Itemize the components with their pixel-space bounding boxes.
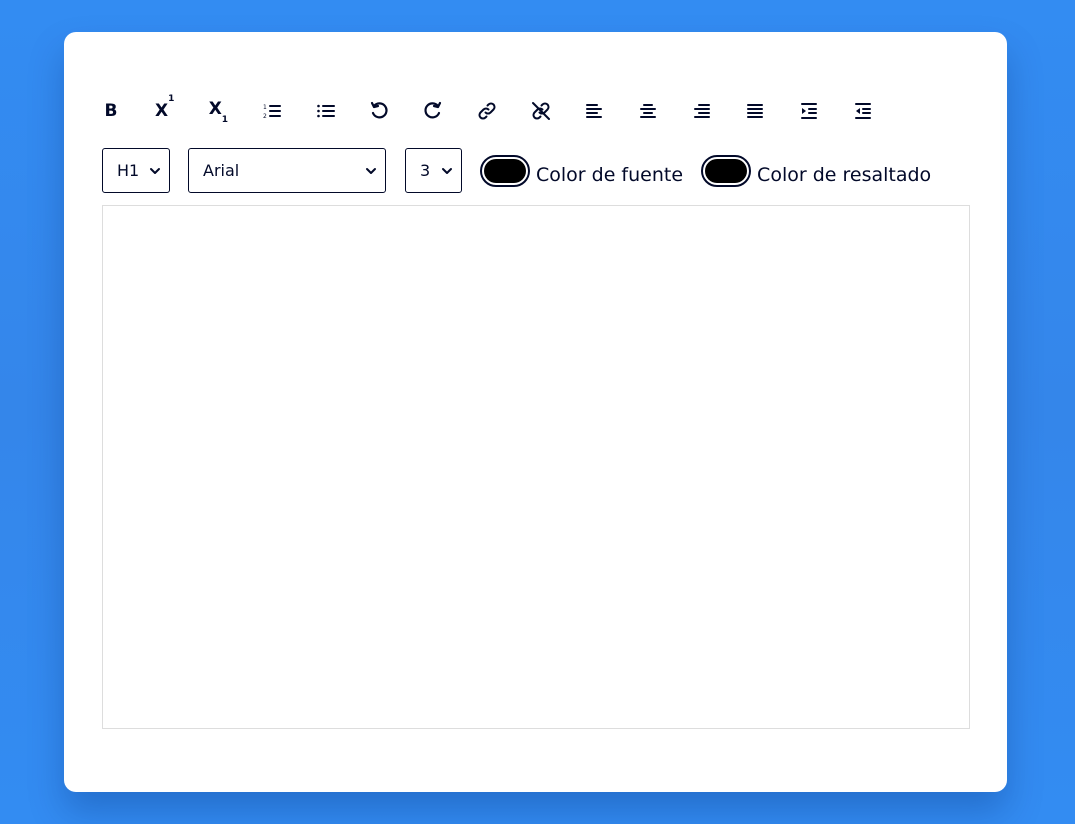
highlight-color-group: Color de resaltado [701,148,931,193]
font-size-select[interactable]: 3 [405,148,462,193]
ordered-list-icon: 1 2 [262,101,282,121]
link-icon [477,101,497,121]
unlink-icon [531,101,551,121]
heading-select-value: H1 [117,161,140,180]
redo-button[interactable] [415,93,451,129]
indent-button[interactable] [791,93,827,129]
indent-icon [799,101,819,121]
redo-icon [423,101,443,121]
unlink-button[interactable] [523,93,559,129]
ordered-list-button[interactable]: 1 2 [254,93,290,129]
bold-icon: B [104,100,118,121]
align-right-icon [692,101,712,121]
text-editor-area[interactable] [102,205,970,729]
font-size-select-value: 3 [420,161,431,180]
formatting-toolbar: B X1 X1 1 2 [93,93,881,129]
font-color-group: Color de fuente [480,148,683,193]
align-left-icon [584,101,604,121]
link-button[interactable] [469,93,505,129]
outdent-icon [853,101,873,121]
align-center-icon [638,101,658,121]
chevron-down-icon [149,165,161,177]
align-justify-icon [745,101,765,121]
undo-icon [369,101,389,121]
format-controls: H1 Arial 3 Color de fuente Color de resa… [102,148,931,193]
outdent-button[interactable] [845,93,881,129]
font-color-swatch [484,159,526,183]
font-family-select[interactable]: Arial [188,148,386,193]
align-justify-button[interactable] [737,93,773,129]
font-color-label: Color de fuente [536,164,684,186]
heading-select[interactable]: H1 [102,148,170,193]
align-center-button[interactable] [630,93,666,129]
chevron-down-icon [441,165,453,177]
highlight-color-picker[interactable] [701,155,752,187]
align-right-button[interactable] [684,93,720,129]
unordered-list-button[interactable] [308,93,344,129]
font-color-picker[interactable] [480,155,530,187]
highlight-color-label: Color de resaltado [757,164,932,186]
align-left-button[interactable] [576,93,612,129]
svg-text:1: 1 [263,104,267,111]
font-family-select-value: Arial [203,161,240,180]
undo-button[interactable] [361,93,397,129]
bold-button[interactable]: B [93,93,129,129]
superscript-icon: X1 [155,93,175,121]
superscript-button[interactable]: X1 [147,93,183,129]
highlight-color-swatch [705,159,748,183]
subscript-button[interactable]: X1 [200,93,236,129]
unordered-list-icon [316,101,336,121]
chevron-down-icon [365,165,377,177]
svg-text:2: 2 [263,113,267,120]
subscript-icon: X1 [208,98,229,126]
